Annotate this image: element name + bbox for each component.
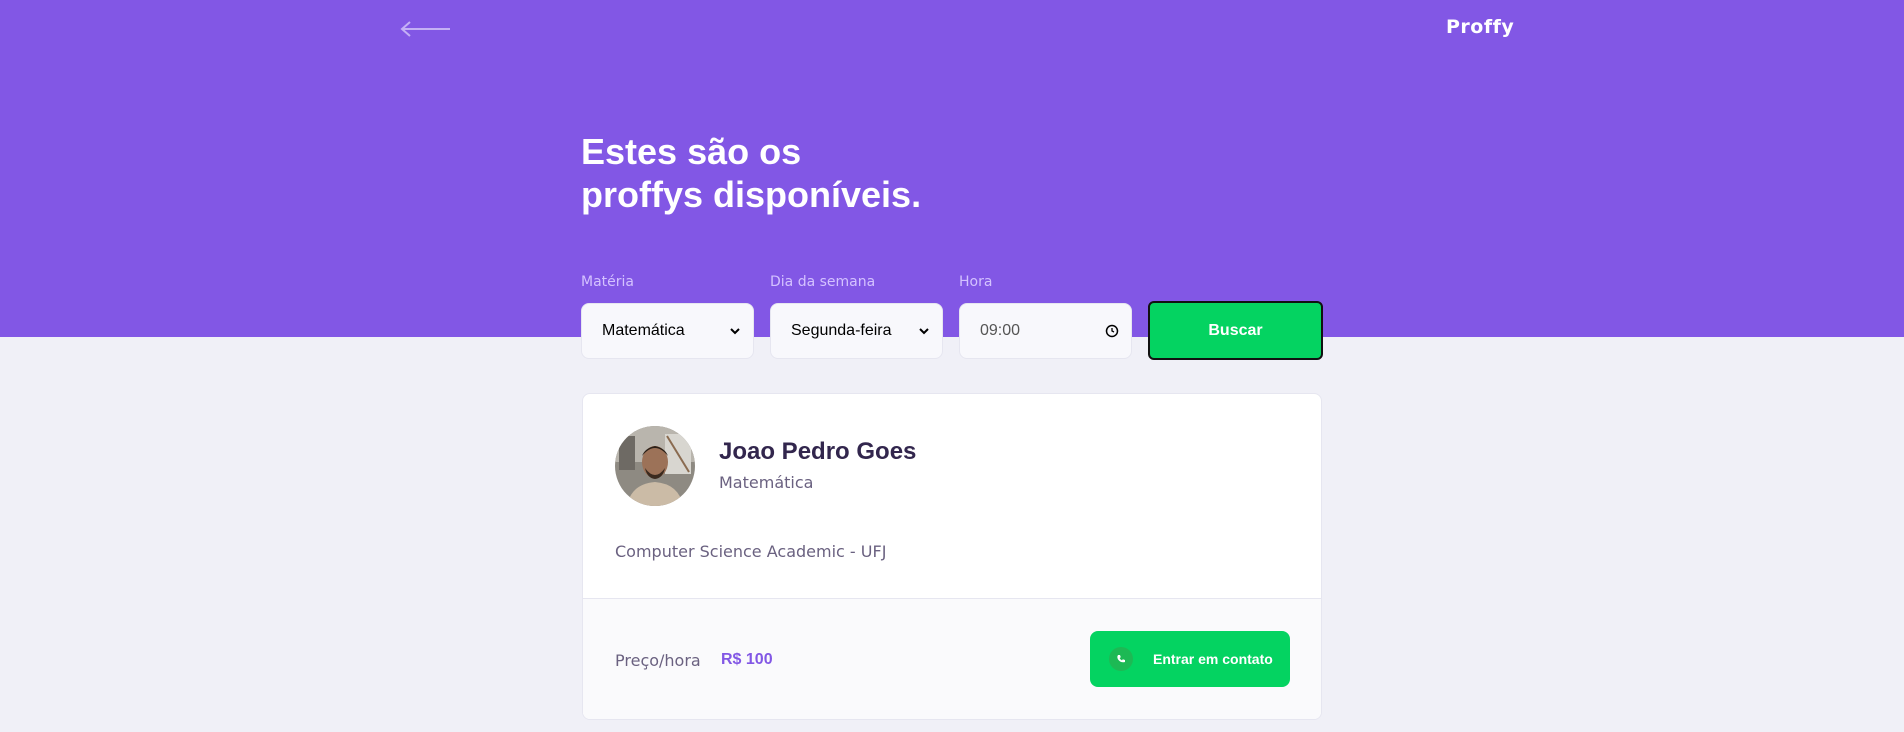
price-label: Preço/hora	[615, 651, 701, 670]
teacher-avatar	[615, 426, 695, 506]
chevron-down-icon	[919, 328, 929, 335]
whatsapp-icon	[1109, 647, 1133, 671]
chevron-down-icon	[730, 328, 740, 335]
teacher-card: Joao Pedro Goes Matemática Computer Scie…	[582, 393, 1322, 720]
weekday-select[interactable]: Segunda-feira	[770, 303, 943, 359]
teacher-subject: Matemática	[719, 473, 814, 492]
contact-button[interactable]: Entrar em contato	[1090, 631, 1290, 687]
back-arrow-icon[interactable]	[400, 20, 452, 38]
page-title-line2: proffys disponíveis.	[581, 174, 922, 215]
teacher-card-footer: Preço/hora R$ 100 Entrar em contato	[583, 598, 1321, 719]
teacher-name: Joao Pedro Goes	[719, 438, 917, 465]
search-button[interactable]: Buscar	[1148, 301, 1323, 360]
subject-select-value: Matemática	[602, 322, 685, 339]
page-title: Estes são os proffys disponíveis.	[581, 130, 921, 216]
teacher-bio: Computer Science Academic - UFJ	[615, 542, 887, 561]
time-input[interactable]: 09:00	[959, 303, 1132, 359]
clock-icon[interactable]	[1105, 324, 1119, 338]
subject-select[interactable]: Matemática	[581, 303, 754, 359]
logo: Proffy	[1446, 16, 1515, 38]
time-input-value: 09:00	[980, 322, 1021, 339]
weekday-label: Dia da semana	[770, 274, 876, 290]
page-title-line1: Estes são os	[581, 131, 802, 172]
weekday-select-value: Segunda-feira	[791, 322, 892, 339]
price-value: R$ 100	[721, 651, 773, 668]
subject-label: Matéria	[581, 274, 634, 290]
contact-button-label: Entrar em contato	[1153, 651, 1273, 667]
time-label: Hora	[959, 274, 993, 290]
page-header: Proffy Estes são os proffys disponíveis.…	[0, 0, 1904, 337]
